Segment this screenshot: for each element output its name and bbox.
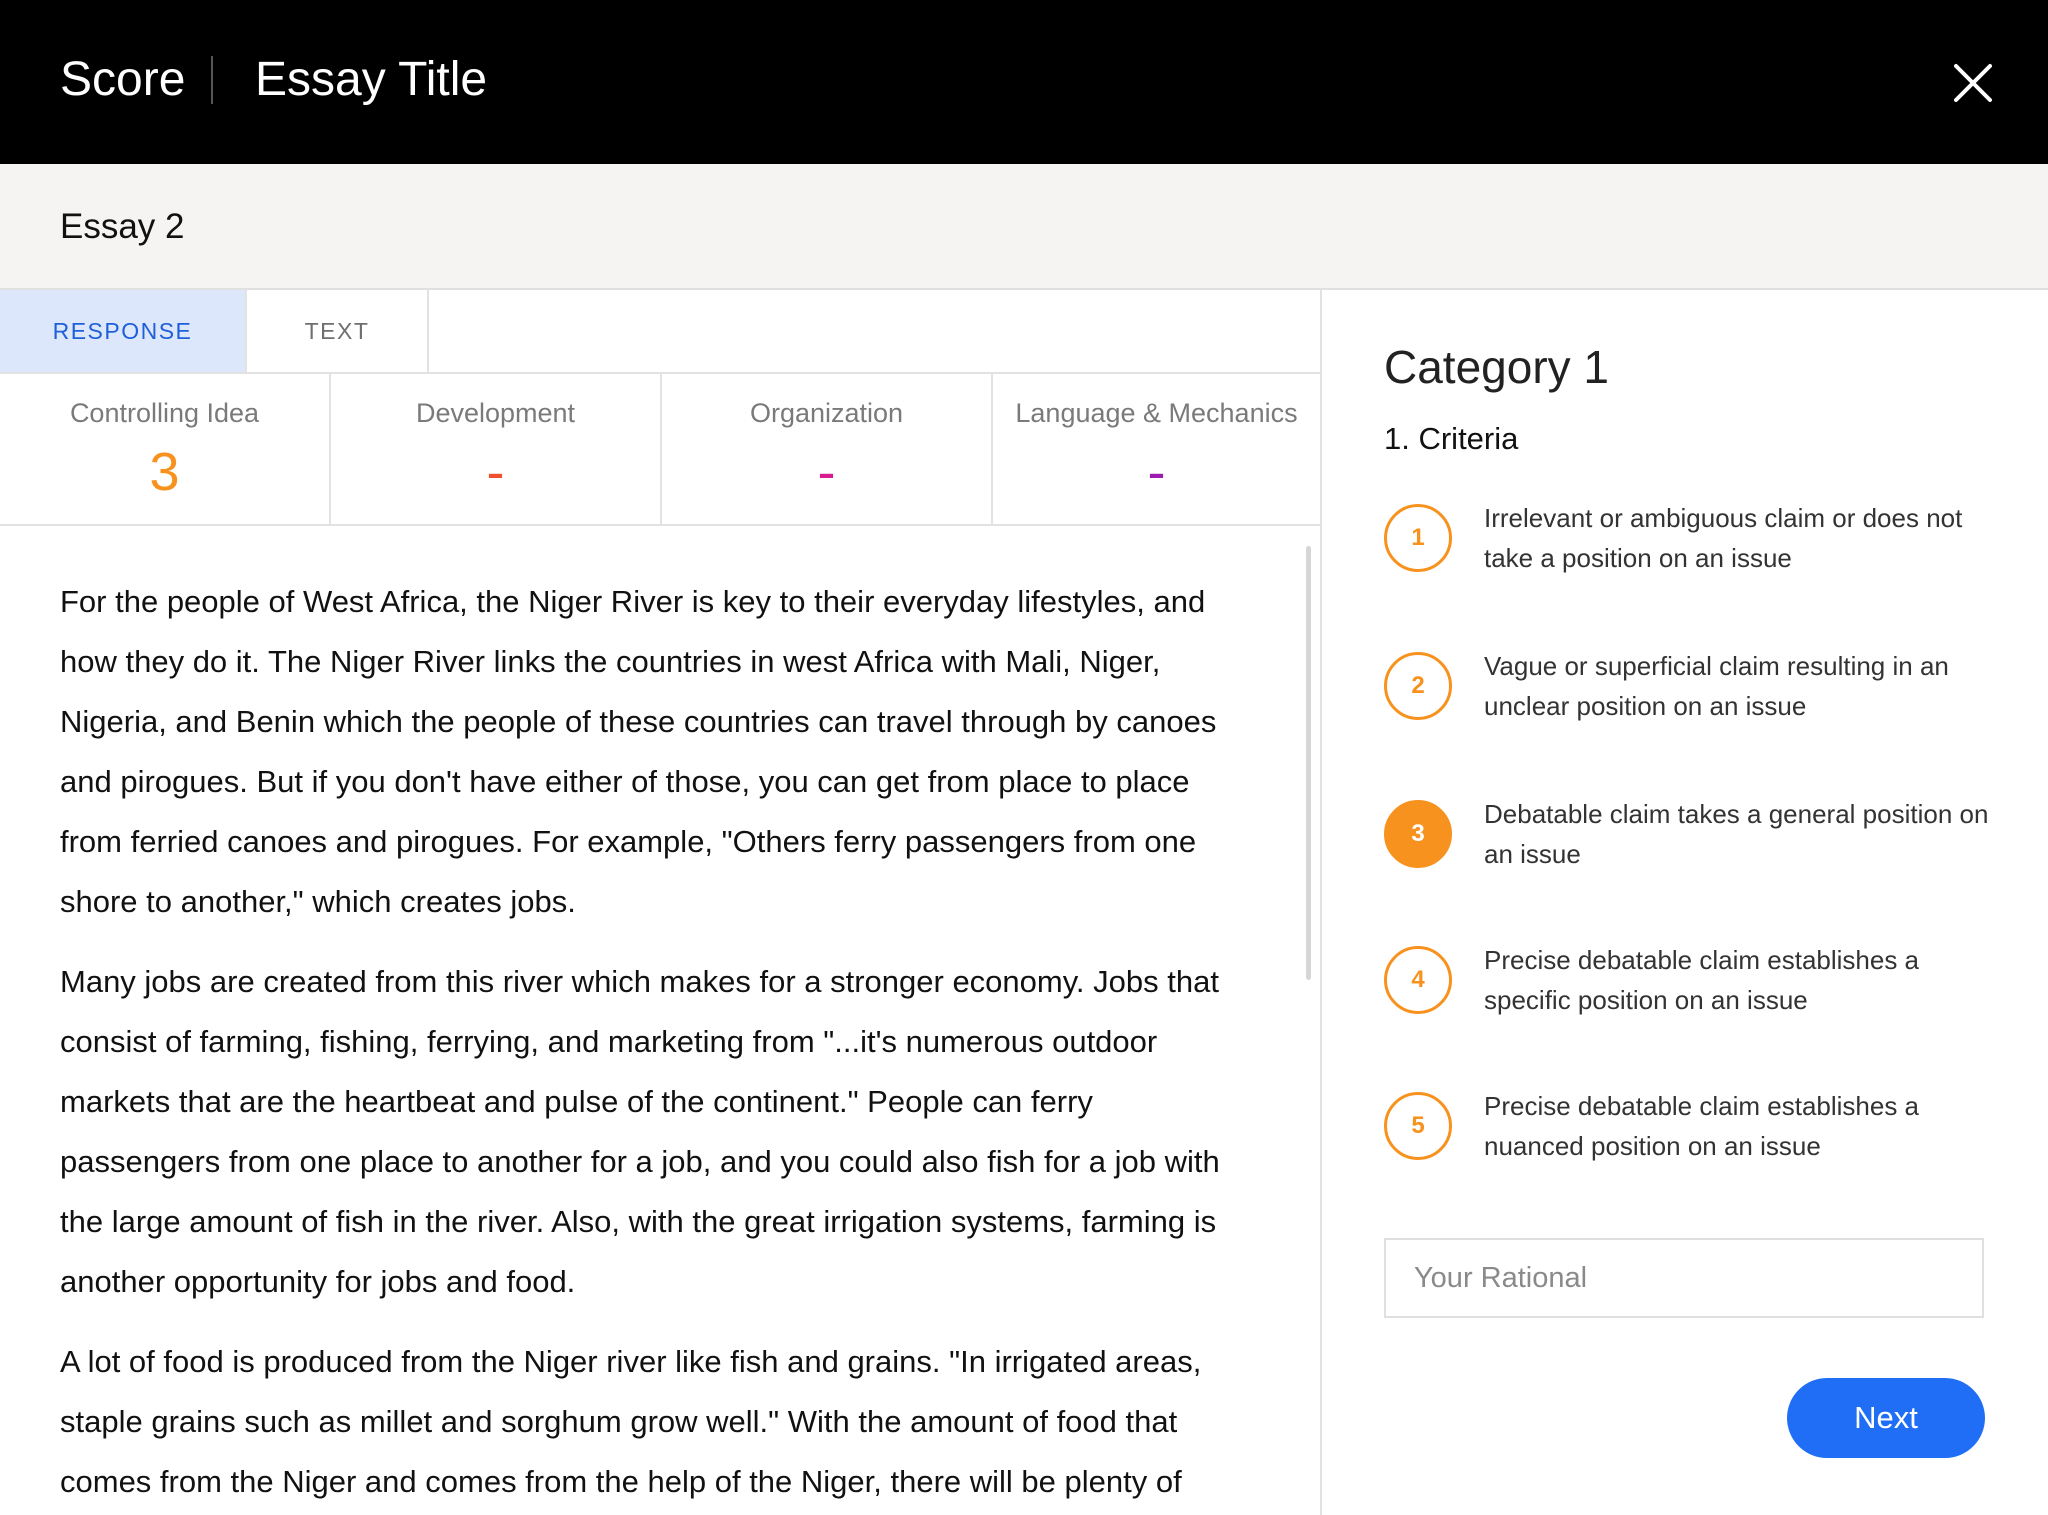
score-value: 3 (149, 442, 180, 502)
score-value: - (817, 442, 836, 502)
rationale-input[interactable] (1384, 1238, 1984, 1318)
criterion-radio[interactable]: 1 (1384, 504, 1452, 572)
essay-name-bar: Essay 2 (0, 164, 2048, 290)
score-language-mechanics[interactable]: Language & Mechanics - (993, 374, 1320, 524)
rubric-panel: Category 1 1. Criteria 1 Irrelevant or a… (1322, 290, 2048, 1515)
criterion-option-5[interactable]: 5 Precise debatable claim establishes a … (1384, 1086, 2014, 1186)
criterion-option-4[interactable]: 4 Precise debatable claim establishes a … (1384, 940, 2014, 1040)
criterion-text: Debatable claim takes a general position… (1484, 799, 1989, 869)
criterion-radio[interactable]: 5 (1384, 1092, 1452, 1160)
tab-text[interactable]: TEXT (247, 290, 429, 372)
essay-title: Essay Title (255, 53, 488, 106)
category-title: Category 1 (1384, 341, 1610, 393)
response-panel: RESPONSE TEXT Controlling Idea 3 Develop… (0, 290, 1322, 1515)
score-controlling-idea[interactable]: Controlling Idea 3 (0, 374, 331, 524)
score-label: Development (415, 398, 576, 428)
score-label: Organization (749, 398, 904, 428)
criterion-text: Precise debatable claim establishes a nu… (1484, 1091, 1920, 1161)
criterion-radio[interactable]: 4 (1384, 946, 1452, 1014)
score-organization[interactable]: Organization - (662, 374, 993, 524)
criterion-radio[interactable]: 3 (1384, 800, 1452, 868)
essay-name: Essay 2 (60, 207, 185, 246)
criterion-option-3[interactable]: 3 Debatable claim takes a general positi… (1384, 794, 2014, 894)
criterion-text: Irrelevant or ambiguous claim or does no… (1484, 503, 1963, 573)
close-icon (1954, 64, 1992, 102)
score-value: - (1147, 442, 1166, 502)
criterion-text: Precise debatable claim establishes a sp… (1484, 945, 1920, 1015)
criterion-option-1[interactable]: 1 Irrelevant or ambiguous claim or does … (1384, 498, 2014, 598)
score-label: Language & Mechanics (1015, 398, 1298, 428)
tab-bar: RESPONSE TEXT (0, 290, 1320, 374)
essay-paragraph: For the people of West Africa, the Niger… (60, 584, 1217, 919)
tab-response[interactable]: RESPONSE (0, 290, 247, 372)
essay-scrollbar[interactable] (1306, 546, 1311, 980)
criterion-text: Vague or superficial claim resulting in … (1484, 651, 1949, 721)
score-label: Controlling Idea (69, 398, 260, 428)
criterion-radio[interactable]: 2 (1384, 652, 1452, 720)
close-button[interactable] (1950, 60, 1996, 106)
essay-paragraph: A lot of food is produced from the Niger… (60, 1344, 1202, 1499)
criterion-option-2[interactable]: 2 Vague or superficial claim resulting i… (1384, 646, 2014, 746)
score-value: - (486, 442, 505, 502)
score-summary: Controlling Idea 3 Development - Organiz… (0, 374, 1320, 526)
criteria-title: 1. Criteria (1384, 421, 1519, 456)
title-divider (211, 56, 213, 104)
header-bar: Score Essay Title (0, 0, 2048, 164)
score-development[interactable]: Development - (331, 374, 662, 524)
next-button[interactable]: Next (1787, 1378, 1985, 1458)
app-title: Score (60, 53, 186, 106)
essay-paragraph: Many jobs are created from this river wh… (60, 964, 1220, 1299)
essay-text: For the people of West Africa, the Niger… (60, 572, 1260, 1515)
